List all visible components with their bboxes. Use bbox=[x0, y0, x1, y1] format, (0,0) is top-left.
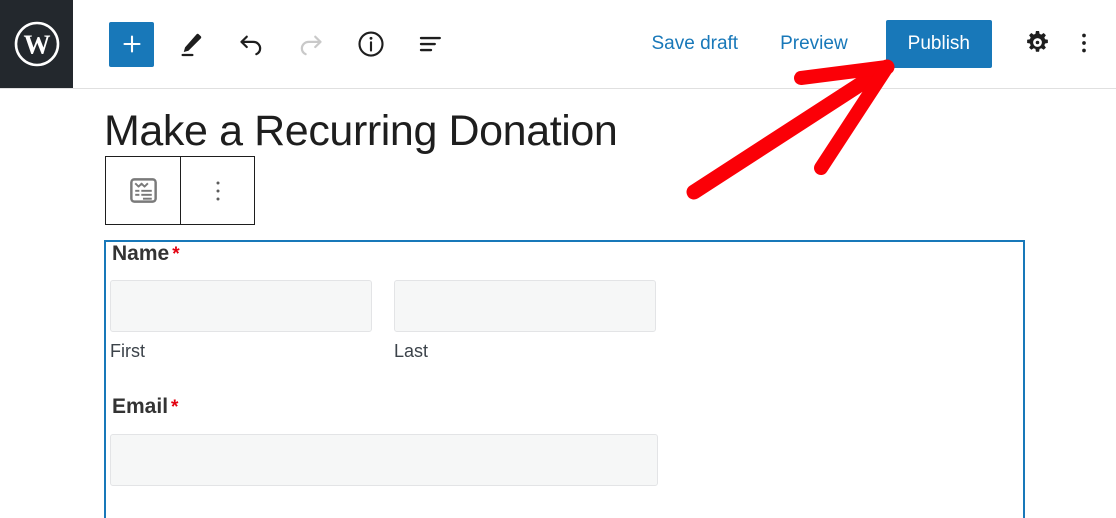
add-block-button[interactable] bbox=[109, 21, 154, 67]
email-required-indicator: * bbox=[171, 397, 179, 418]
email-input[interactable] bbox=[110, 434, 658, 486]
details-button[interactable] bbox=[348, 21, 394, 67]
wordpress-logo-icon: W bbox=[13, 20, 61, 68]
block-toolbar bbox=[105, 156, 255, 225]
list-view-button[interactable] bbox=[408, 21, 454, 67]
redo-button[interactable] bbox=[288, 21, 334, 67]
name-inputs-row: First Last bbox=[110, 280, 1023, 362]
name-label-row: Name * bbox=[110, 242, 1023, 266]
editor-canvas: Make a Recurring Donation Name * First L… bbox=[0, 89, 1116, 518]
publish-button[interactable]: Publish bbox=[885, 20, 992, 68]
preview-button[interactable]: Preview bbox=[768, 25, 860, 63]
undo-button[interactable] bbox=[228, 21, 274, 67]
email-field-label: Email bbox=[112, 395, 169, 418]
editor-top-toolbar: W Save draft Preview Publish bbox=[0, 0, 1116, 89]
edit-tool-button[interactable] bbox=[168, 21, 214, 67]
pencil-icon bbox=[177, 30, 205, 58]
more-options-button[interactable] bbox=[1066, 21, 1102, 67]
block-type-button[interactable] bbox=[106, 157, 180, 224]
last-name-column: Last bbox=[394, 280, 656, 362]
svg-text:W: W bbox=[23, 30, 50, 60]
undo-arrow-icon bbox=[236, 29, 266, 59]
email-input-wrap bbox=[110, 434, 658, 486]
wpforms-block-icon bbox=[128, 175, 159, 206]
kebab-menu-icon bbox=[208, 178, 228, 204]
settings-button[interactable] bbox=[1014, 21, 1060, 67]
email-label-row: Email * bbox=[110, 395, 1023, 419]
gear-icon bbox=[1024, 29, 1051, 59]
name-field-group: Name * First Last bbox=[110, 242, 1023, 362]
block-options-button[interactable] bbox=[180, 157, 254, 224]
redo-arrow-icon bbox=[296, 29, 326, 59]
wpforms-form-block[interactable]: Name * First Last Email * bbox=[104, 240, 1025, 518]
list-view-icon bbox=[416, 29, 446, 59]
last-name-sub-label: Last bbox=[394, 341, 429, 361]
kebab-menu-icon bbox=[1073, 30, 1095, 59]
email-field-group: Email * bbox=[110, 395, 1023, 486]
toolbar-right-group: Save draft Preview Publish bbox=[639, 20, 1116, 68]
editor-root: W Save draft Preview Publish Make a Recu… bbox=[0, 0, 1116, 518]
info-circle-icon bbox=[356, 29, 386, 59]
first-name-column: First bbox=[110, 280, 372, 362]
last-name-input[interactable] bbox=[394, 280, 656, 332]
name-field-label: Name bbox=[112, 242, 170, 265]
toolbar-left-group bbox=[109, 21, 454, 67]
save-draft-button[interactable]: Save draft bbox=[639, 25, 750, 63]
first-name-sub-label: First bbox=[110, 341, 145, 361]
first-name-input[interactable] bbox=[110, 280, 372, 332]
name-required-indicator: * bbox=[172, 244, 180, 265]
post-title[interactable]: Make a Recurring Donation bbox=[104, 107, 618, 156]
wordpress-logo-button[interactable]: W bbox=[0, 0, 73, 88]
